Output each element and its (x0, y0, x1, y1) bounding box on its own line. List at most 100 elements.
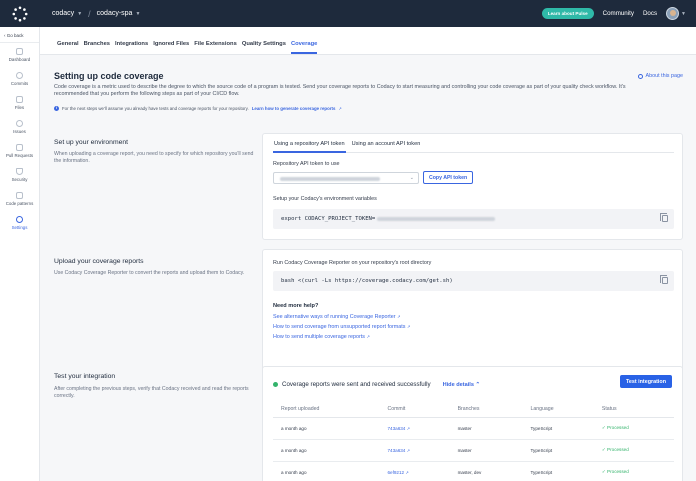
tab-account-api-token[interactable]: Using an account API token (351, 139, 422, 153)
hide-details-button[interactable]: Hide details ⌃ (443, 382, 481, 388)
report-uploaded-cell: a month ago (273, 439, 380, 462)
env-section-title: Set up your environment (54, 139, 129, 146)
tab-file-extensions[interactable]: File Extensions (194, 41, 237, 54)
env-export-code-text: export CODACY_PROJECT_TOKEN= (281, 216, 376, 222)
info-icon: i (54, 106, 59, 111)
alternative-ways-link[interactable]: See alternative ways of running Coverage… (273, 314, 400, 320)
tab-repository-api-token[interactable]: Using a repository API token (273, 139, 346, 153)
codacy-logo[interactable] (0, 0, 40, 27)
tab-integrations[interactable]: Integrations (115, 41, 148, 54)
column-language: Language (522, 401, 594, 418)
run-reporter-label: Run Codacy Coverage Reporter on your rep… (273, 260, 432, 266)
sidebar-item-dashboard[interactable]: Dashboard (0, 43, 39, 67)
branches-cell: master (449, 439, 523, 462)
need-more-help-title: Need more help? (273, 303, 319, 309)
chevron-down-icon: ▼ (77, 10, 83, 17)
org-name: codacy (52, 10, 75, 17)
settings-icon (16, 216, 23, 223)
chevron-up-icon: ⌃ (475, 381, 481, 388)
redacted-token (280, 177, 380, 181)
sidebar-item-pull-requests[interactable]: Pull Requests (0, 139, 39, 163)
security-icon (16, 168, 23, 175)
chevron-down-icon[interactable]: ▼ (681, 11, 686, 17)
alternative-ways-link-label: See alternative ways of running Coverage… (273, 314, 396, 320)
learn-about-pulse-button[interactable]: Learn about Pulse (541, 8, 594, 19)
coverage-reports-table: Report uploaded Commit Branches Language… (273, 401, 674, 481)
codacy-logo-icon (12, 6, 28, 21)
check-icon: ✓ (601, 425, 606, 430)
learn-coverage-reports-link[interactable]: Learn how to generate coverage reports (252, 106, 336, 111)
page-description: Code coverage is a metric used to descri… (54, 84, 626, 98)
upload-section-title: Upload your coverage reports (54, 258, 144, 265)
unsupported-formats-link[interactable]: How to send coverage from unsupported re… (273, 324, 410, 330)
top-bar-right: Learn about Pulse Community Docs ▼ (541, 0, 696, 27)
branches-cell: master, dev (449, 461, 523, 481)
info-icon (637, 73, 643, 79)
sidebar-item-settings[interactable]: Settings (0, 211, 39, 235)
sidebar-item-code-patterns[interactable]: Code patterns (0, 187, 39, 211)
go-back-link[interactable]: ‹ Go back (0, 27, 39, 43)
commit-link[interactable]: 6ef9212 ↗ (379, 461, 450, 481)
check-icon: ✓ (601, 469, 606, 474)
top-bar: codacy ▼ / codacy-spa ▼ Learn about Puls… (0, 0, 696, 27)
chevron-left-icon: ‹ (4, 33, 6, 38)
reporter-command-text: bash <(curl -Ls https://coverage.codacy.… (281, 278, 453, 284)
org-selector[interactable]: codacy ▼ (52, 10, 82, 17)
commit-link[interactable]: 743a634 ↗ (379, 439, 450, 462)
test-card: Coverage reports were sent and received … (262, 366, 683, 481)
sidebar-item-label: Dashboard (8, 57, 31, 62)
tab-quality-settings[interactable]: Quality Settings (242, 41, 286, 54)
check-icon: ✓ (601, 447, 606, 452)
docs-link[interactable]: Docs (643, 10, 657, 17)
status-cell: ✓ Processed (593, 417, 674, 440)
sidebar-item-commits[interactable]: Commits (0, 67, 39, 91)
redacted-token-value (377, 217, 496, 221)
language-cell: TypeScript (522, 417, 594, 440)
tab-ignored-files[interactable]: Ignored Files (153, 41, 189, 54)
about-this-page-label: About this page (645, 73, 683, 79)
commit-id: 743a634 (387, 425, 406, 431)
external-link-icon: ↗ (406, 447, 410, 453)
table-row: a month ago 6ef9212 ↗ master, dev TypeSc… (273, 461, 674, 481)
status-text: Processed (607, 447, 629, 452)
copy-icon[interactable] (660, 213, 668, 222)
env-vars-label: Setup your Codacy's environment variable… (273, 196, 377, 202)
tab-coverage[interactable]: Coverage (290, 41, 318, 54)
test-integration-button[interactable]: Test integration (619, 375, 672, 388)
avatar[interactable] (666, 7, 680, 20)
external-link-icon: ↗ (397, 314, 401, 319)
commit-link[interactable]: 743a634 ↗ (379, 417, 450, 440)
sidebar-item-issues[interactable]: Issues (0, 115, 39, 139)
commit-id: 743a634 (387, 447, 406, 453)
about-this-page-link[interactable]: About this page (637, 73, 683, 79)
tab-branches[interactable]: Branches (84, 41, 110, 54)
commit-id: 6ef9212 (387, 469, 405, 475)
community-link[interactable]: Community (603, 10, 634, 17)
sidebar-item-security[interactable]: Security (0, 163, 39, 187)
sidebar-item-label: Security (11, 177, 28, 182)
info-note-text: For the next steps we'll assume you alre… (62, 106, 249, 111)
copy-api-token-button[interactable]: Copy API token (423, 171, 474, 184)
sidebar-item-label: Files (14, 105, 25, 110)
reporter-command-code: bash <(curl -Ls https://coverage.codacy.… (273, 271, 674, 291)
token-select-label: Repository API token to use (273, 161, 340, 167)
column-status: Status (593, 401, 674, 418)
dashboard-icon (16, 48, 23, 55)
page-title: Setting up code coverage (54, 71, 164, 81)
multiple-reports-link[interactable]: How to send multiple coverage reports ↗ (273, 334, 370, 340)
coverage-status: Coverage reports were sent and received … (273, 381, 480, 388)
branches-cell: master (449, 417, 523, 440)
code-patterns-icon (16, 192, 23, 199)
sidebar-item-files[interactable]: Files (0, 91, 39, 115)
repo-selector[interactable]: codacy-spa ▼ (97, 10, 141, 17)
token-type-tabs: Using a repository API token Using an ac… (273, 139, 674, 153)
report-uploaded-cell: a month ago (273, 417, 380, 440)
copy-icon[interactable] (660, 275, 668, 284)
column-branches: Branches (449, 401, 523, 418)
hide-details-label: Hide details (442, 381, 474, 388)
api-token-select[interactable]: ⌄ (273, 172, 419, 184)
sidebar-item-label: Settings (11, 225, 28, 230)
tab-general[interactable]: General (57, 41, 79, 54)
files-icon (16, 96, 23, 103)
sidebar-item-label: Commits (10, 81, 29, 86)
